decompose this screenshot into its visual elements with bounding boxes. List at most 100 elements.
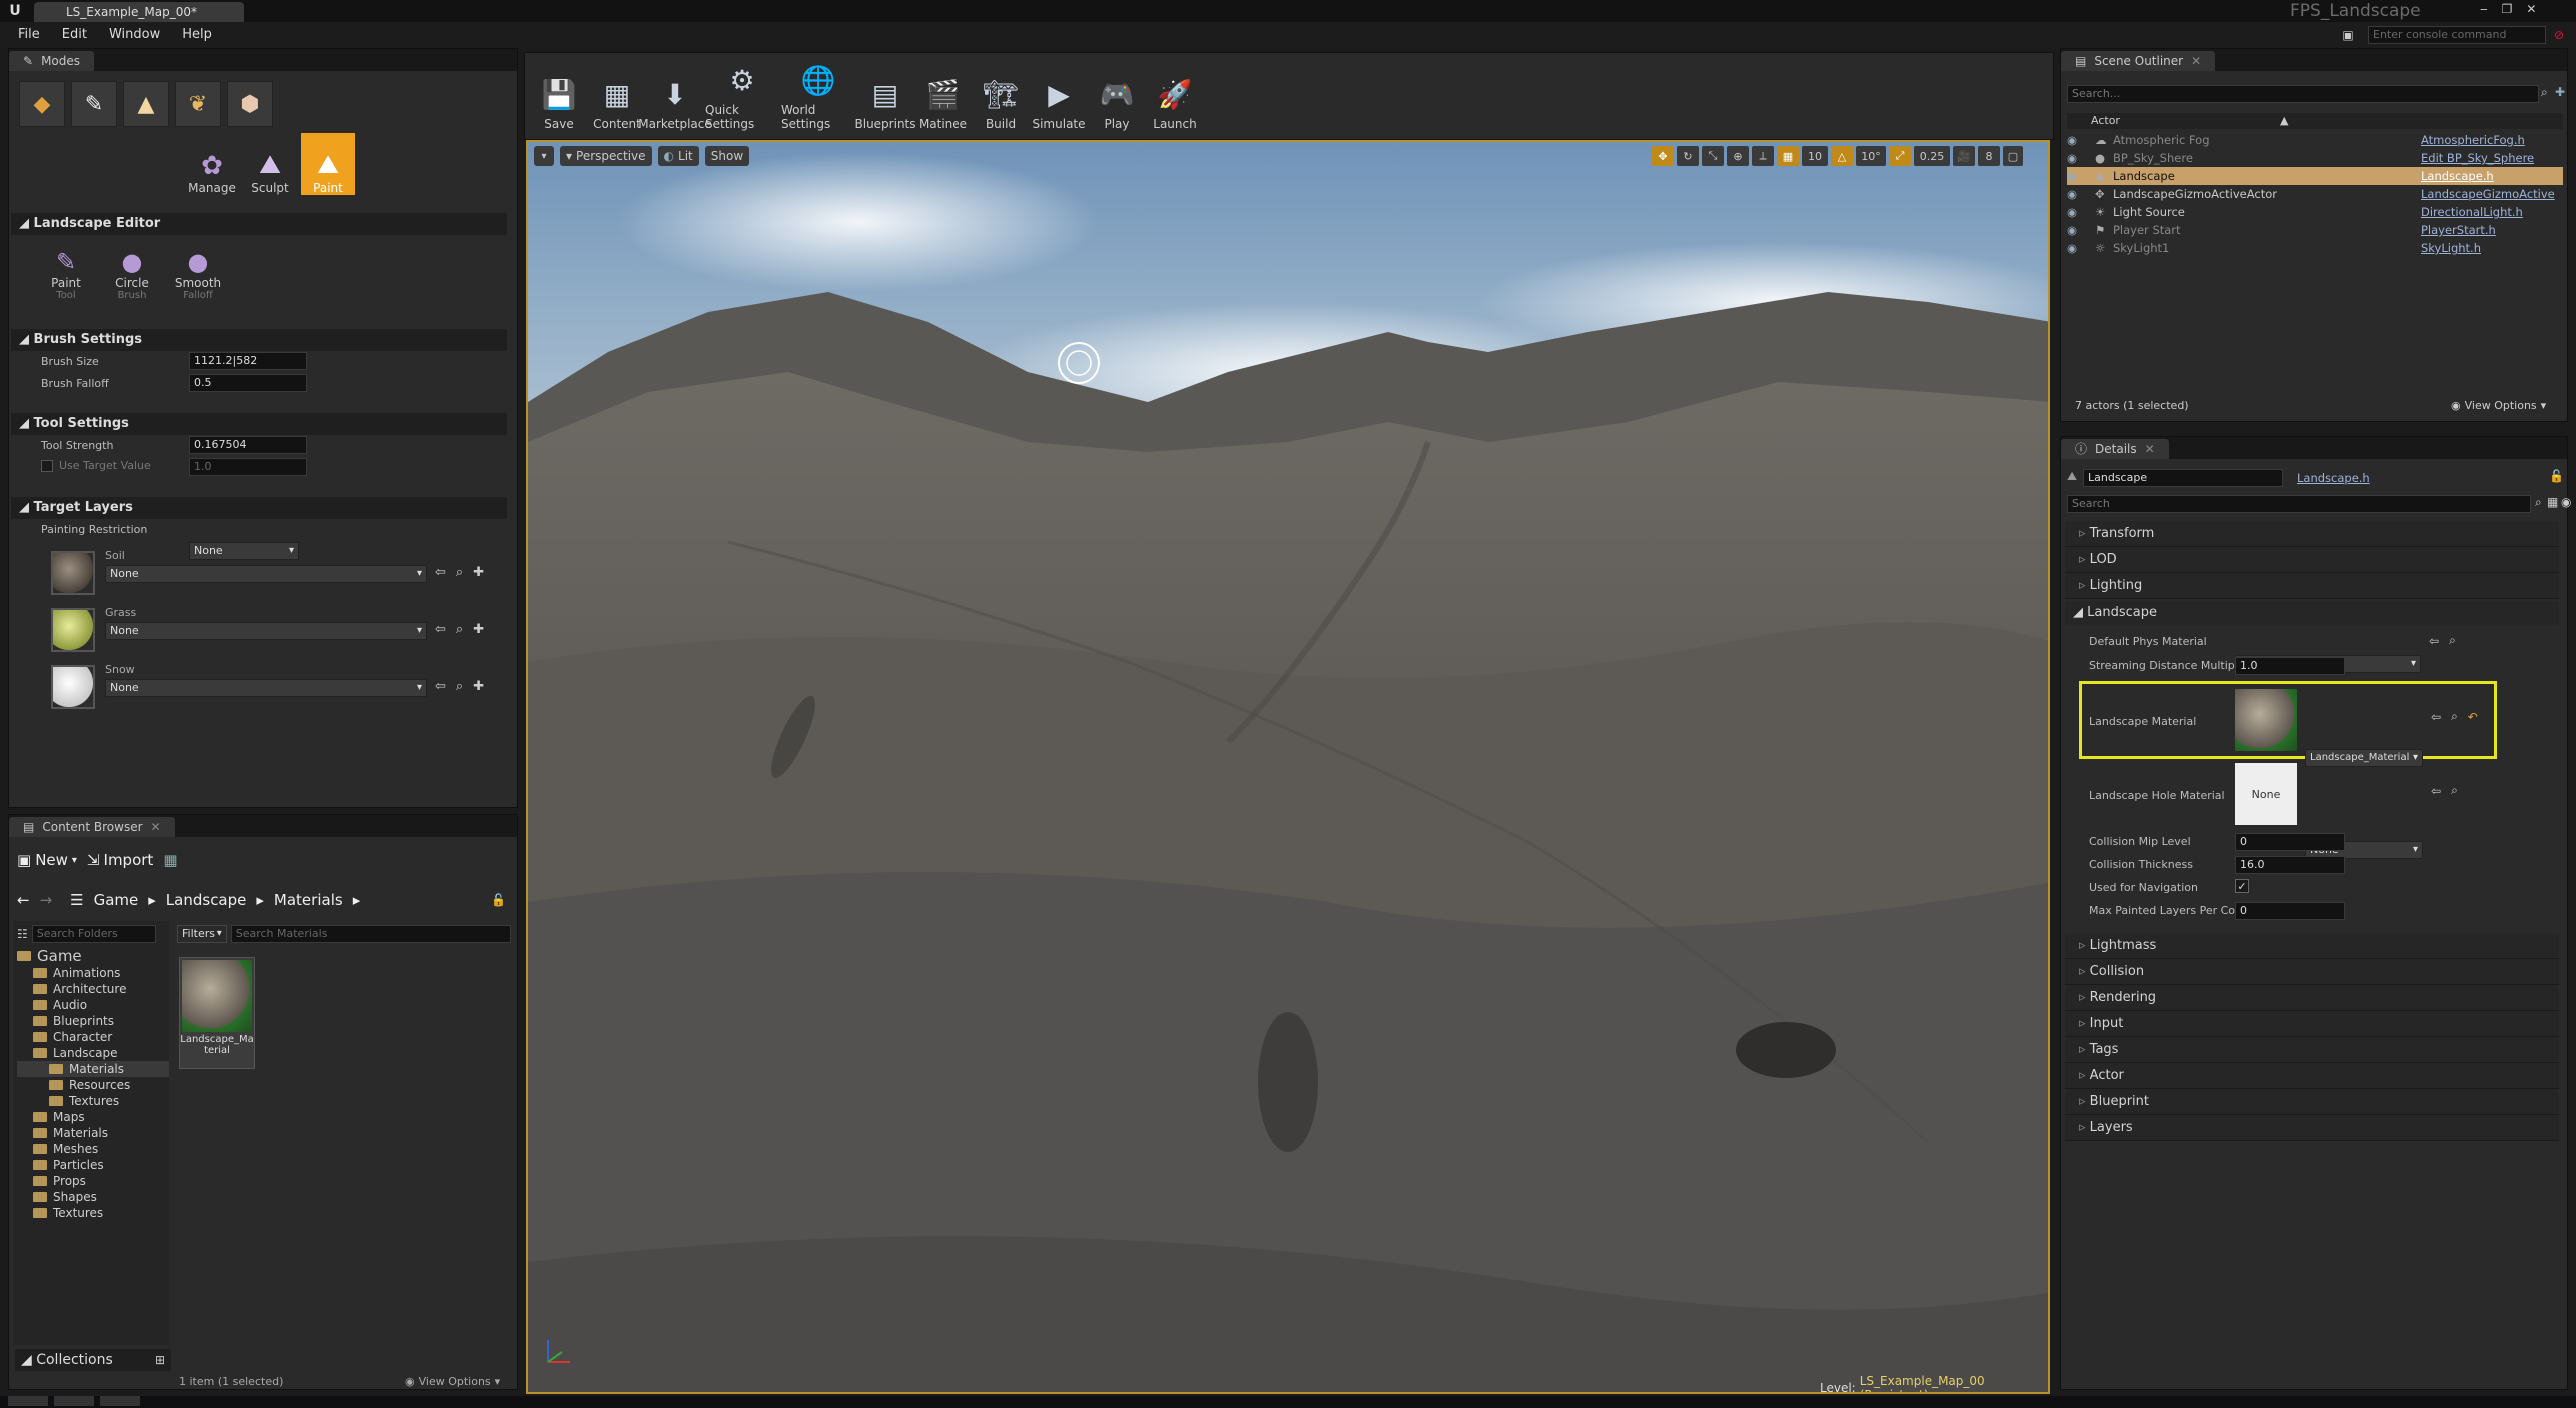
back-icon[interactable]: ←: [17, 891, 30, 909]
grass-add-icon[interactable]: ✚: [473, 622, 484, 637]
details-section-header[interactable]: ▹ Lightmass: [2065, 933, 2559, 959]
outliner-row[interactable]: ◉ ⛰ Landscape Landscape.h: [2067, 167, 2563, 185]
menu-edit[interactable]: Edit: [62, 27, 87, 42]
camera-speed-value[interactable]: 8: [1978, 146, 2000, 166]
used-for-navigation-checkbox[interactable]: ✓: [2235, 879, 2249, 893]
new-button[interactable]: ▣ New ▾: [17, 851, 77, 869]
details-section-header[interactable]: ▹ Blueprint: [2065, 1089, 2559, 1115]
place-mode-icon[interactable]: ◆: [19, 81, 65, 127]
brush-falloff-field[interactable]: 0.5: [189, 374, 307, 392]
collision-thickness-field[interactable]: 16.0: [2235, 856, 2345, 874]
rotation-snap-icon[interactable]: △: [1831, 146, 1853, 166]
simulate-button[interactable]: ▶ Simulate: [1031, 59, 1087, 133]
details-tab[interactable]: ⓘ Details ✕: [2061, 439, 2169, 459]
cb-view-options[interactable]: ◉ View Options ▾: [405, 1375, 500, 1388]
default-phys-use-icon[interactable]: ⇦: [2429, 634, 2439, 648]
details-section-header[interactable]: ▹ Collision: [2065, 959, 2559, 985]
details-section-header[interactable]: ▹ Actor: [2065, 1063, 2559, 1089]
visibility-eye-icon[interactable]: ◉: [2067, 241, 2087, 255]
path-materials[interactable]: Materials: [274, 891, 343, 909]
tool-settings-header[interactable]: ◢ Tool Settings: [11, 413, 507, 435]
lit-button[interactable]: ◐ Lit: [657, 146, 699, 166]
path-landscape[interactable]: Landscape: [166, 891, 247, 909]
visibility-eye-icon[interactable]: ◉: [2067, 187, 2087, 201]
foliage-mode-icon[interactable]: ❦: [175, 81, 221, 127]
level-tab[interactable]: LS_Example_Map_00*: [34, 2, 244, 22]
menu-file[interactable]: File: [18, 27, 40, 42]
world-settings-button[interactable]: 🌐 World Settings: [781, 59, 855, 133]
console-clear-icon[interactable]: ⊘: [2550, 26, 2568, 44]
folder-item[interactable]: Meshes: [17, 1141, 169, 1157]
hole-material-browse-icon[interactable]: ⌕: [2451, 783, 2458, 798]
grass-use-icon[interactable]: ⇦: [435, 622, 446, 637]
brush-settings-header[interactable]: ◢ Brush Settings: [11, 329, 507, 351]
folder-item[interactable]: Textures: [17, 1093, 169, 1109]
content-browser-tab[interactable]: ▤ Content Browser ✕: [9, 817, 175, 837]
sources-toggle-icon[interactable]: ☰: [70, 891, 83, 909]
modes-tab[interactable]: ✎ Modes: [9, 51, 95, 71]
search-materials-input[interactable]: Search Materials: [230, 925, 511, 943]
reset-default-icon[interactable]: ↶: [2468, 710, 2478, 724]
brush-size-field[interactable]: 1121.2|582: [189, 352, 307, 370]
details-tab-close-icon[interactable]: ✕: [2145, 439, 2155, 459]
actor-type-link[interactable]: LandscapeGizmoActive: [2421, 187, 2555, 201]
menu-help[interactable]: Help: [182, 27, 212, 42]
soil-use-icon[interactable]: ⇦: [435, 565, 446, 580]
actor-name-field[interactable]: Landscape: [2083, 469, 2283, 487]
tool-strength-field[interactable]: 0.167504: [189, 436, 307, 454]
content-button[interactable]: ▦ Content: [589, 59, 645, 133]
soil-layer-info-dropdown[interactable]: None: [105, 565, 427, 583]
snow-layer-info-dropdown[interactable]: None: [105, 679, 427, 697]
grid-snap-icon[interactable]: ▦: [1777, 146, 1799, 166]
close-icon[interactable]: ✕: [2526, 2, 2536, 16]
import-button[interactable]: ⇲ Import: [87, 851, 153, 869]
folder-item[interactable]: Props: [17, 1173, 169, 1189]
landscape-editor-header[interactable]: ◢ Landscape Editor: [11, 213, 507, 235]
streaming-distance-field[interactable]: 1.0: [2235, 657, 2345, 675]
outliner-row[interactable]: ◉ ✥ LandscapeGizmoActiveActor LandscapeGizm…: [2067, 185, 2563, 203]
maximize-viewport-icon[interactable]: ▢: [2003, 146, 2023, 166]
target-layers-header[interactable]: ◢ Target Layers: [11, 497, 507, 519]
perspective-button[interactable]: ▾ Perspective: [560, 146, 652, 166]
play-button[interactable]: 🎮 Play: [1089, 59, 1145, 133]
folder-item[interactable]: Blueprints: [17, 1013, 169, 1029]
scale-mode-icon[interactable]: ⤡: [1702, 146, 1724, 166]
folder-item[interactable]: Landscape: [17, 1045, 169, 1061]
grass-browse-icon[interactable]: ⌕: [456, 622, 463, 637]
show-button[interactable]: Show: [704, 146, 750, 166]
blueprints-button[interactable]: ▤ Blueprints: [855, 59, 916, 133]
details-section-header[interactable]: ▹ Transform: [2065, 521, 2559, 547]
actor-type-link[interactable]: Landscape.h: [2421, 169, 2494, 183]
details-section-header[interactable]: ▹ Tags: [2065, 1037, 2559, 1063]
default-phys-browse-icon[interactable]: ⌕: [2449, 633, 2456, 648]
restore-icon[interactable]: ❐: [2502, 2, 2513, 16]
outliner-header[interactable]: Actor ▲: [2067, 113, 2563, 129]
source-control-icon[interactable]: ▣: [2340, 27, 2356, 43]
rotate-mode-icon[interactable]: ↻: [1677, 146, 1699, 166]
save-button[interactable]: 💾 Save: [531, 59, 587, 133]
paint-tool-button[interactable]: ✎ Paint Tool: [43, 241, 89, 301]
rotation-snap-value[interactable]: 10°: [1856, 146, 1886, 166]
filters-dropdown[interactable]: Filters: [177, 925, 227, 943]
visibility-eye-icon[interactable]: ◉: [2067, 169, 2087, 183]
hole-material-thumbnail[interactable]: None: [2235, 763, 2297, 825]
quick-settings-button[interactable]: ⚙ Quick Settings: [705, 59, 779, 133]
console-input[interactable]: Enter console command: [2368, 26, 2546, 44]
outliner-row[interactable]: ◉ ☁ Atmospheric Fog AtmosphericFog.h: [2067, 131, 2563, 149]
folder-item[interactable]: Particles: [17, 1157, 169, 1173]
details-search-input[interactable]: Search: [2067, 495, 2531, 513]
grid-snap-value[interactable]: 10: [1802, 146, 1828, 166]
actor-type-link[interactable]: Edit BP_Sky_Sphere: [2421, 151, 2534, 165]
lock-icon[interactable]: 🔓: [491, 893, 506, 907]
asset-tile[interactable]: Landscape_Material: [179, 957, 255, 1069]
marketplace-button[interactable]: ⬇ Marketplace: [638, 59, 712, 133]
scale-snap-icon[interactable]: ⤢: [1889, 146, 1911, 166]
actor-type-link[interactable]: DirectionalLight.h: [2421, 205, 2523, 219]
folder-item[interactable]: Textures: [17, 1205, 169, 1221]
minimize-icon[interactable]: ‒: [2480, 2, 2488, 16]
manage-button[interactable]: ✿ Manage: [185, 133, 239, 195]
path-game[interactable]: Game: [94, 891, 139, 909]
layer-snow[interactable]: Snow None ⇦ ⌕ ✚: [41, 659, 511, 716]
max-painted-layers-field[interactable]: 0: [2235, 902, 2345, 920]
folder-item[interactable]: Materials: [17, 1061, 169, 1077]
